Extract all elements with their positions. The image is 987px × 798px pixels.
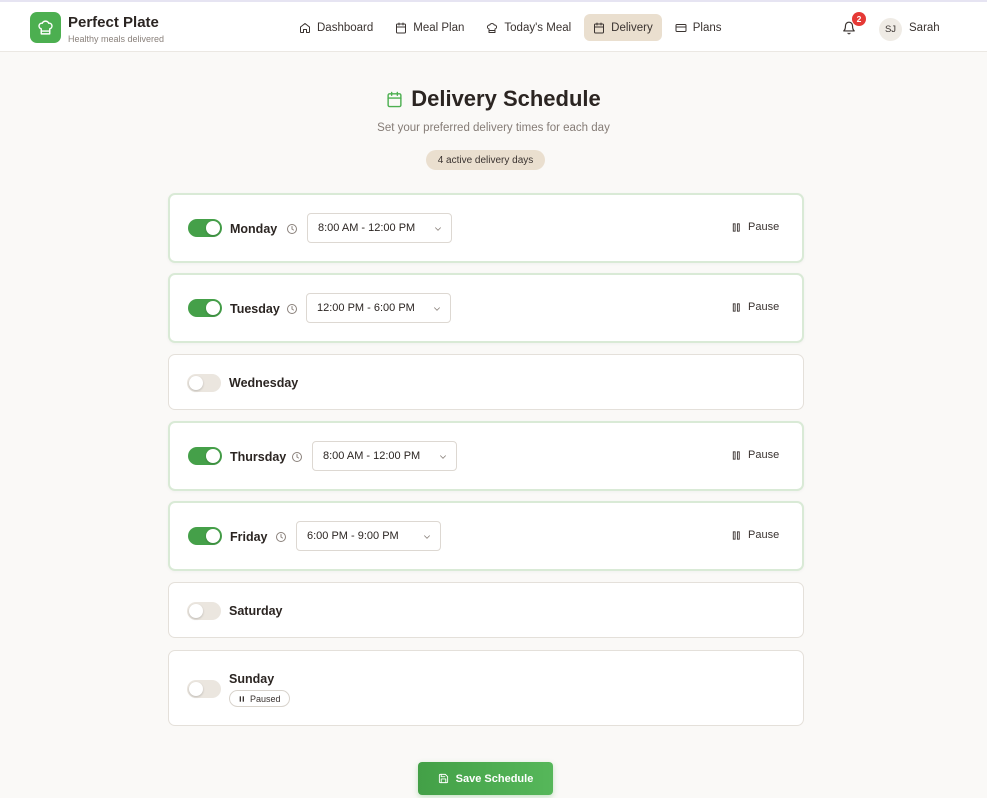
pause-label: Pause [748,301,780,313]
toggle-knob [189,604,203,618]
day-label: Saturday [229,604,283,618]
pause-icon [732,222,740,232]
nav-plans-label: Plans [692,21,722,34]
chevron-down-icon [424,535,430,539]
day-toggle-monday[interactable] [188,219,222,237]
pause-label: Pause [748,529,780,541]
toggle-knob [206,449,220,463]
logo[interactable] [30,12,61,43]
day-label: Wednesday [229,376,299,390]
calendar-icon [594,22,605,33]
nav-todays-meal[interactable]: Today's Meal [477,14,580,41]
time-slot-value: 6:00 PM - 9:00 PM [307,530,399,542]
day-card-sunday: Sunday Paused [168,650,804,726]
time-slot-select[interactable]: 8:00 AM - 12:00 PM [307,213,452,243]
nav-plans[interactable]: Plans [666,14,731,41]
pause-icon [239,695,244,702]
time-slot-select[interactable]: 6:00 PM - 9:00 PM [296,521,441,551]
day-card-monday: Monday 8:00 AM - 12:00 PM Pause [168,193,804,263]
page-header: Delivery Schedule [0,86,987,112]
page-subtitle: Set your preferred delivery times for ea… [377,122,610,134]
calendar-icon [396,22,407,33]
home-icon [300,22,310,33]
nav-delivery-label: Delivery [611,21,653,34]
nav-delivery[interactable]: Delivery [584,14,662,41]
clock-icon [276,532,286,542]
active-days-badge: 4 active delivery days [426,150,545,170]
day-toggle-thursday[interactable] [188,447,222,465]
save-icon [438,773,448,784]
toggle-knob [206,221,220,235]
save-schedule-button[interactable]: Save Schedule [418,762,553,795]
toggle-knob [189,682,203,696]
time-slot-select[interactable]: 12:00 PM - 6:00 PM [306,293,451,323]
page-title: Delivery Schedule [411,86,601,111]
day-label: Sunday [229,672,275,686]
paused-badge: Paused [229,690,290,707]
day-toggle-sunday[interactable] [187,680,221,698]
chevron-down-icon [434,307,440,311]
chevron-down-icon [435,227,441,231]
clock-icon [287,304,297,314]
nav-dashboard-label: Dashboard [317,21,374,34]
pause-label: Pause [748,221,780,233]
chevron-down-icon [440,455,446,459]
day-label: Monday [230,222,278,236]
pause-label: Pause [748,449,780,461]
day-toggle-wednesday[interactable] [187,374,221,392]
time-slot-value: 12:00 PM - 6:00 PM [317,302,415,314]
chef-hat-icon [38,20,53,35]
calendar-icon [387,91,402,107]
pause-icon [732,450,740,460]
pause-button[interactable]: Pause [731,449,779,461]
day-toggle-tuesday[interactable] [188,299,222,317]
notification-badge: 2 [852,12,866,26]
toggle-knob [189,376,203,390]
toggle-knob [206,301,220,315]
user-name[interactable]: Sarah [909,22,940,34]
nav-meal-plan[interactable]: Meal Plan [386,14,473,41]
toggle-knob [206,529,220,543]
paused-label: Paused [250,693,281,704]
pause-button[interactable]: Pause [731,221,779,233]
day-card-thursday: Thursday 8:00 AM - 12:00 PM Pause [168,421,804,491]
day-label: Friday [230,530,268,544]
nav-todays-meal-label: Today's Meal [504,21,572,34]
pause-icon [732,302,740,312]
save-schedule-label: Save Schedule [455,772,534,785]
brand-name: Perfect Plate [68,14,159,31]
clock-icon [292,452,302,462]
chef-hat-icon [487,22,498,33]
clock-icon [287,224,297,234]
day-label: Thursday [230,450,287,464]
day-label: Tuesday [230,302,280,316]
nav-dashboard[interactable]: Dashboard [290,14,382,41]
nav-meal-plan-label: Meal Plan [413,21,465,34]
day-card-saturday: Saturday [168,582,804,638]
avatar[interactable]: SJ [879,18,902,41]
pause-icon [732,530,740,540]
brand-tagline: Healthy meals delivered [68,34,165,44]
top-navigation-bar: Perfect Plate Healthy meals delivered Da… [0,0,987,52]
day-toggle-saturday[interactable] [187,602,221,620]
main-nav: Dashboard Meal Plan Today's Meal Deliver… [290,14,731,41]
day-card-tuesday: Tuesday 12:00 PM - 6:00 PM Pause [168,273,804,343]
day-card-wednesday: Wednesday [168,354,804,410]
credit-card-icon [675,23,687,32]
time-slot-select[interactable]: 8:00 AM - 12:00 PM [312,441,457,471]
time-slot-value: 8:00 AM - 12:00 PM [323,450,421,462]
time-slot-value: 8:00 AM - 12:00 PM [318,222,416,234]
pause-button[interactable]: Pause [731,301,779,313]
day-card-friday: Friday 6:00 PM - 9:00 PM Pause [168,501,804,571]
day-toggle-friday[interactable] [188,527,222,545]
pause-button[interactable]: Pause [731,529,779,541]
